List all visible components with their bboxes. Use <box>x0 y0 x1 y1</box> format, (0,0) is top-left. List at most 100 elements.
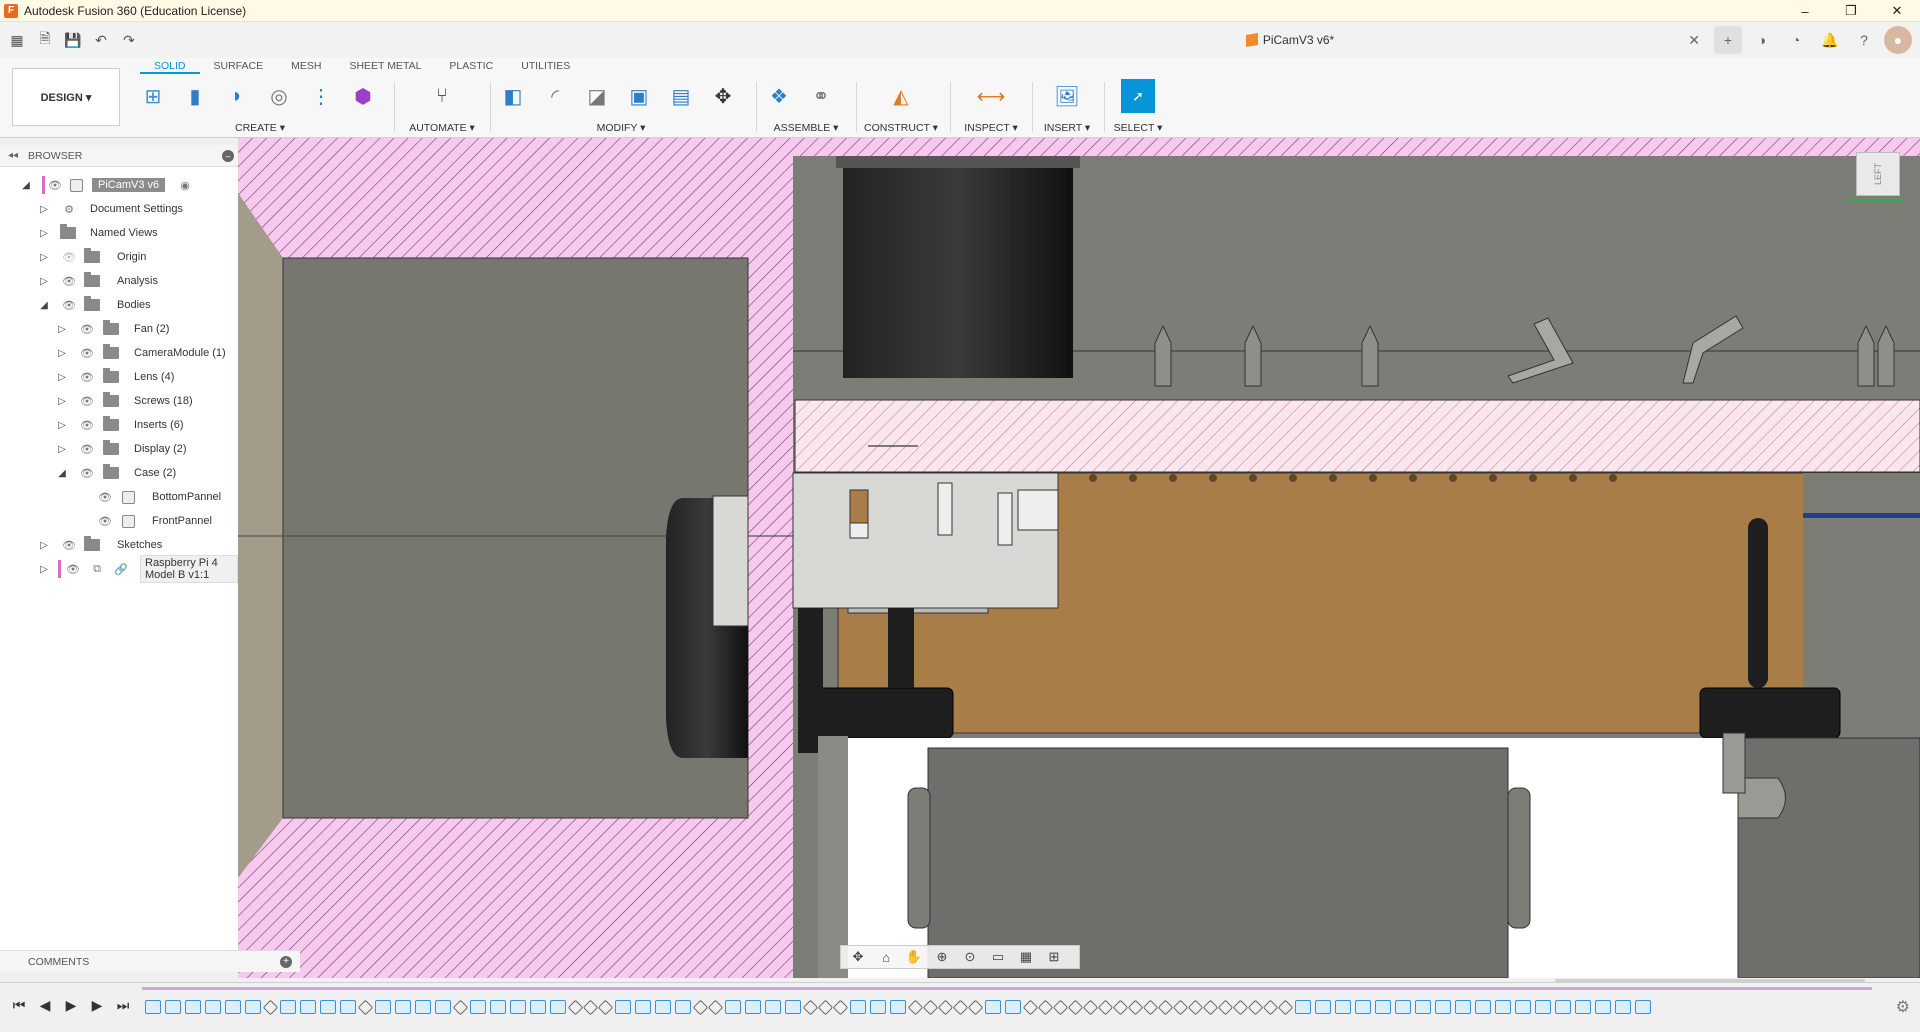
feature-icon[interactable] <box>850 1000 866 1014</box>
move-feature-icon[interactable] <box>707 999 724 1015</box>
measure-icon[interactable]: ⟷ <box>974 79 1008 113</box>
create-sketch-icon[interactable]: ⊞ <box>136 79 170 113</box>
move-feature-icon[interactable] <box>802 999 819 1015</box>
view-cube-face[interactable]: LEFT <box>1856 152 1900 196</box>
job-status-icon[interactable]: ◔ <box>1782 26 1810 54</box>
viewports-icon[interactable]: ⊞ <box>1043 949 1065 965</box>
activate-radio-icon[interactable]: ◉ <box>178 179 192 192</box>
expand-icon[interactable]: ▷ <box>56 396 68 407</box>
tree-item-origin[interactable]: ▷ 👁 Origin <box>0 245 238 269</box>
feature-icon[interactable] <box>415 1000 431 1014</box>
visibility-eye-icon[interactable]: 👁 <box>62 539 76 552</box>
close-tab-icon[interactable]: ✕ <box>1688 32 1700 49</box>
move-feature-icon[interactable] <box>967 999 984 1015</box>
collapse-browser-icon[interactable]: ◂◂ <box>8 150 18 161</box>
expand-icon[interactable]: ▷ <box>38 252 50 263</box>
feature-icon[interactable] <box>205 1000 221 1014</box>
feature-icon[interactable] <box>165 1000 181 1014</box>
new-tab-icon[interactable]: + <box>1714 26 1742 54</box>
expand-icon[interactable]: ▷ <box>56 420 68 431</box>
minimize-button[interactable]: – <box>1782 0 1828 22</box>
assemble-menu[interactable]: ASSEMBLE ▾ <box>762 122 850 134</box>
feature-icon[interactable] <box>1475 1000 1491 1014</box>
pattern-icon[interactable]: ⋮ <box>304 79 338 113</box>
move-feature-icon[interactable] <box>1187 999 1204 1015</box>
press-pull-icon[interactable]: ◧ <box>496 79 530 113</box>
feature-icon[interactable] <box>1315 1000 1331 1014</box>
feature-icon[interactable] <box>785 1000 801 1014</box>
model-canvas[interactable] <box>238 138 1920 978</box>
fit-icon[interactable]: ⊙ <box>959 949 981 965</box>
select-menu[interactable]: SELECT ▾ <box>1108 122 1168 134</box>
tree-item-camera-module[interactable]: ▷ 👁 CameraModule (1) <box>0 341 238 365</box>
feature-icon[interactable] <box>280 1000 296 1014</box>
feature-icon[interactable] <box>1595 1000 1611 1014</box>
save-icon[interactable]: 💾 <box>62 29 84 51</box>
extensions-icon[interactable]: ◑ <box>1748 26 1776 54</box>
tree-item-bottom-pannel[interactable]: 👁 BottomPannel <box>0 485 238 509</box>
visibility-eye-icon[interactable]: 👁 <box>62 299 76 312</box>
file-menu-icon[interactable]: 🗎 <box>34 29 56 51</box>
feature-icon[interactable] <box>435 1000 451 1014</box>
timeline-last-icon[interactable]: ⏭ <box>114 997 132 1014</box>
chamfer-icon[interactable]: ◪ <box>580 79 614 113</box>
feature-icon[interactable] <box>320 1000 336 1014</box>
maximize-button[interactable]: ❐ <box>1828 0 1874 22</box>
expand-icon[interactable]: ▷ <box>56 372 68 383</box>
move-feature-icon[interactable] <box>692 999 709 1015</box>
help-icon[interactable]: ? <box>1850 26 1878 54</box>
move-copy-icon[interactable]: ✥ <box>706 79 740 113</box>
visibility-eye-icon[interactable]: 👁 <box>80 347 94 360</box>
zoom-icon[interactable]: ⊕ <box>931 949 953 965</box>
feature-icon[interactable] <box>1555 1000 1571 1014</box>
feature-icon[interactable] <box>1615 1000 1631 1014</box>
feature-icon[interactable] <box>340 1000 356 1014</box>
feature-icon[interactable] <box>1355 1000 1371 1014</box>
feature-icon[interactable] <box>185 1000 201 1014</box>
tree-item-sketches[interactable]: ▷ 👁 Sketches <box>0 533 238 557</box>
tree-item-analysis[interactable]: ▷ 👁 Analysis <box>0 269 238 293</box>
visibility-eye-icon[interactable]: 👁 <box>80 395 94 408</box>
visibility-eye-icon[interactable]: 👁 <box>62 275 76 288</box>
feature-icon[interactable] <box>745 1000 761 1014</box>
tree-item-screws[interactable]: ▷ 👁 Screws (18) <box>0 389 238 413</box>
feature-icon[interactable] <box>300 1000 316 1014</box>
feature-icon[interactable] <box>1515 1000 1531 1014</box>
move-feature-icon[interactable] <box>262 999 279 1015</box>
feature-icon[interactable] <box>550 1000 566 1014</box>
hidden-eye-icon[interactable]: 👁 <box>62 251 76 264</box>
tree-item-inserts[interactable]: ▷ 👁 Inserts (6) <box>0 413 238 437</box>
move-feature-icon[interactable] <box>1247 999 1264 1015</box>
grid-menu-icon[interactable]: ▦ <box>6 29 28 51</box>
visibility-eye-icon[interactable]: 👁 <box>80 419 94 432</box>
feature-icon[interactable] <box>1495 1000 1511 1014</box>
feature-icon[interactable] <box>635 1000 651 1014</box>
move-feature-icon[interactable] <box>1022 999 1039 1015</box>
tab-surface[interactable]: SURFACE <box>200 58 278 74</box>
feature-icon[interactable] <box>1435 1000 1451 1014</box>
tab-sheet-metal[interactable]: SHEET METAL <box>335 58 435 74</box>
tree-item-named-views[interactable]: ▷ Named Views <box>0 221 238 245</box>
document-tab[interactable]: PiCamV3 v6* ✕ <box>880 22 1700 58</box>
move-feature-icon[interactable] <box>357 999 374 1015</box>
feature-icon[interactable] <box>1295 1000 1311 1014</box>
redo-icon[interactable]: ↷ <box>118 29 140 51</box>
tab-mesh[interactable]: MESH <box>277 58 335 74</box>
feature-icon[interactable] <box>375 1000 391 1014</box>
fillet-icon[interactable]: ◜ <box>538 79 572 113</box>
tree-item-raspberry-pi[interactable]: ▷ 👁 ⧉ 🔗 Raspberry Pi 4 Model B v1:1 <box>0 555 238 583</box>
move-feature-icon[interactable] <box>1037 999 1054 1015</box>
feature-icon[interactable] <box>1575 1000 1591 1014</box>
tree-item-bodies[interactable]: ◢ 👁 Bodies <box>0 293 238 317</box>
insert-menu[interactable]: INSERT ▾ <box>1036 122 1098 134</box>
expand-icon[interactable]: ▷ <box>56 324 68 335</box>
comments-panel[interactable]: COMMENTS + <box>0 950 300 972</box>
feature-icon[interactable] <box>615 1000 631 1014</box>
collapse-icon[interactable]: ◢ <box>56 468 68 479</box>
move-feature-icon[interactable] <box>1142 999 1159 1015</box>
feature-icon[interactable] <box>470 1000 486 1014</box>
combine-icon[interactable]: ▤ <box>664 79 698 113</box>
display-settings-icon[interactable]: ▭ <box>987 949 1009 965</box>
tree-item-document-settings[interactable]: ▷ ⚙ Document Settings <box>0 197 238 221</box>
visibility-eye-icon[interactable]: 👁 <box>98 515 112 528</box>
